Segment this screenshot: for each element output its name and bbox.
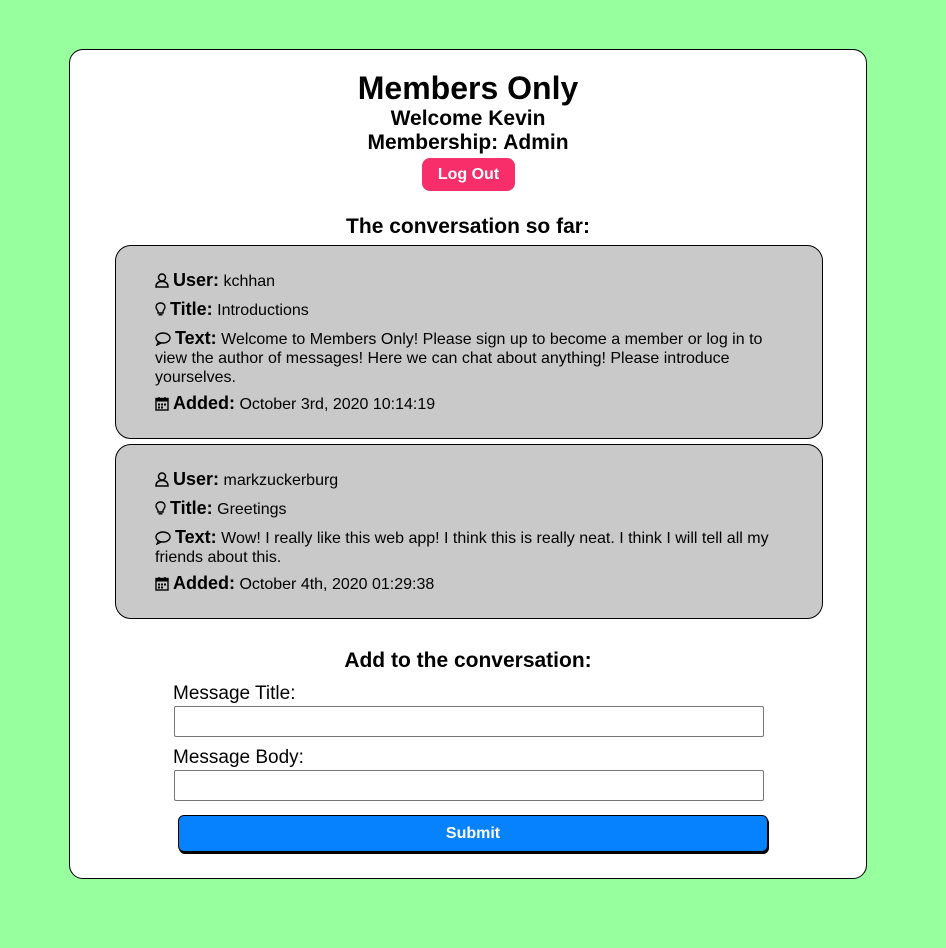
message-added-row: Added: October 4th, 2020 01:29:38 xyxy=(155,574,782,594)
conversation-heading: The conversation so far: xyxy=(346,215,590,238)
comment-icon xyxy=(155,332,171,347)
user-icon xyxy=(155,273,169,288)
message-user-row: User: markzuckerburg xyxy=(155,470,782,490)
message-title: Greetings xyxy=(217,501,287,518)
message-text-row: Text: Wow! I really like this web app! I… xyxy=(155,528,782,567)
added-label: Added: xyxy=(173,393,235,413)
add-conversation-heading: Add to the conversation: xyxy=(344,649,592,672)
message-text: Wow! I really like this web app! I think… xyxy=(155,530,769,566)
message-added-row: Added: October 3rd, 2020 10:14:19 xyxy=(155,394,782,414)
message-user-row: User: kchhan xyxy=(155,271,782,291)
logout-button[interactable]: Log Out xyxy=(422,158,515,191)
message-added: October 3rd, 2020 10:14:19 xyxy=(239,396,436,413)
lightbulb-icon xyxy=(155,501,166,515)
message-title: Introductions xyxy=(217,302,309,319)
message-text-row: Text: Welcome to Members Only! Please si… xyxy=(155,329,782,387)
message-text: Welcome to Members Only! Please sign up … xyxy=(155,331,763,386)
page-title: Members Only xyxy=(357,70,579,106)
lightbulb-icon xyxy=(155,302,166,316)
user-label: User: xyxy=(173,270,220,290)
user-icon xyxy=(155,472,169,487)
message-card: User: markzuckerburg Title: Greetings Te… xyxy=(115,444,823,619)
title-label: Title: xyxy=(170,498,213,518)
calendar-icon xyxy=(155,577,169,591)
message-title-input[interactable] xyxy=(174,706,764,737)
membership-text: Membership: Admin xyxy=(367,131,569,154)
welcome-text: Welcome Kevin xyxy=(390,107,546,130)
user-label: User: xyxy=(173,469,220,489)
message-user: markzuckerburg xyxy=(223,472,339,489)
message-card: User: kchhan Title: Introductions Text: … xyxy=(115,245,823,439)
message-added: October 4th, 2020 01:29:38 xyxy=(239,576,435,593)
comment-icon xyxy=(155,531,171,546)
calendar-icon xyxy=(155,397,169,411)
main-card: Members Only Welcome Kevin Membership: A… xyxy=(69,49,867,879)
text-label: Text: xyxy=(175,527,217,547)
message-title-label: Message Title: xyxy=(173,683,296,704)
text-label: Text: xyxy=(175,328,217,348)
message-body-label: Message Body: xyxy=(173,747,304,768)
title-label: Title: xyxy=(170,299,213,319)
message-body-input[interactable] xyxy=(174,770,764,801)
submit-button[interactable]: Submit xyxy=(178,815,768,852)
message-user: kchhan xyxy=(223,273,276,290)
message-title-row: Title: Introductions xyxy=(155,300,782,320)
added-label: Added: xyxy=(173,573,235,593)
message-title-row: Title: Greetings xyxy=(155,499,782,519)
